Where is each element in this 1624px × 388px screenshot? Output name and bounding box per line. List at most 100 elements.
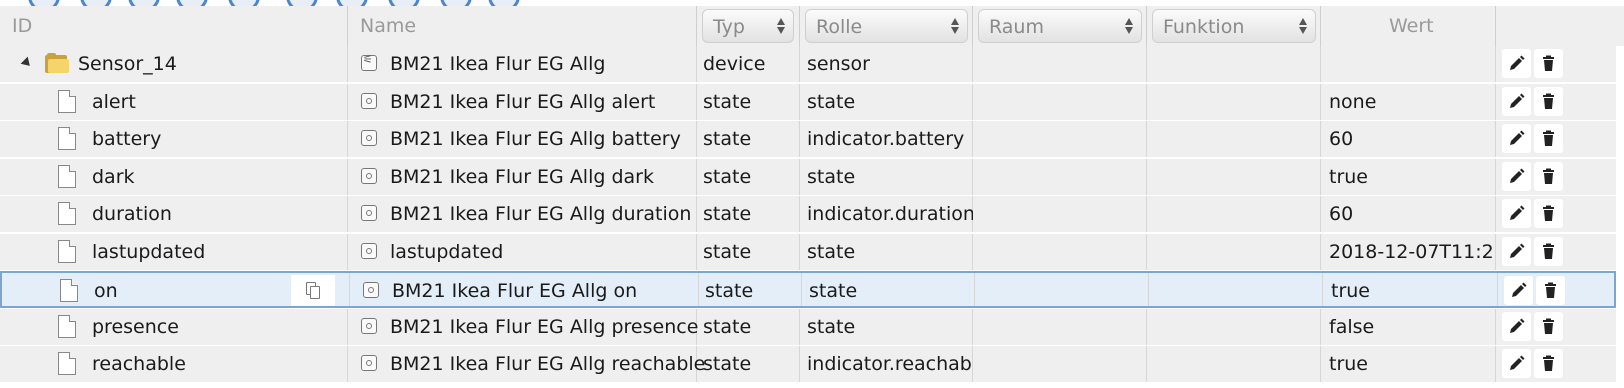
delete-button[interactable] — [1534, 311, 1563, 341]
object-value[interactable]: false — [1329, 316, 1495, 338]
edit-button[interactable] — [1502, 349, 1531, 378]
funktion-cell[interactable] — [1147, 121, 1321, 157]
object-value[interactable]: 60 — [1329, 203, 1495, 225]
column-rolle: Rolle — [800, 6, 973, 46]
wert-cell[interactable]: true — [1323, 273, 1498, 306]
funktion-cell[interactable] — [1149, 273, 1323, 306]
wert-cell[interactable]: none — [1321, 83, 1496, 120]
table-row[interactable]: on BM21 Ikea Flur EG Allg on state state tru… — [0, 271, 1616, 308]
object-id[interactable]: Sensor_14 — [78, 53, 177, 75]
raum-cell[interactable] — [973, 346, 1147, 382]
object-id[interactable]: alert — [92, 91, 136, 113]
raum-cell[interactable] — [975, 273, 1149, 306]
name-cell: BM21 Ikea Flur EG Allg dark — [348, 158, 697, 195]
table-row[interactable]: Sensor_14 BM21 Ikea Flur EG Allg device sen… — [0, 46, 1616, 83]
raum-filter-select[interactable]: Raum — [978, 9, 1142, 43]
raum-cell[interactable] — [973, 196, 1147, 232]
edit-button[interactable] — [1504, 276, 1533, 305]
rolle-cell: indicator.battery — [800, 121, 973, 157]
delete-button[interactable] — [1534, 124, 1563, 153]
object-id[interactable]: on — [94, 280, 118, 302]
funktion-cell[interactable] — [1147, 196, 1321, 232]
table-row[interactable]: alert BM21 Ikea Flur EG Allg alert state st… — [0, 83, 1616, 121]
id-cell: presence — [0, 308, 348, 345]
funktion-cell[interactable] — [1147, 233, 1321, 270]
funktion-cell[interactable] — [1147, 46, 1321, 82]
raum-cell[interactable] — [973, 121, 1147, 157]
delete-button[interactable] — [1534, 349, 1563, 378]
device-icon — [361, 53, 377, 71]
column-funktion: Funktion — [1147, 6, 1321, 46]
raum-cell[interactable] — [973, 46, 1147, 82]
rolle-filter-select[interactable]: Rolle — [805, 9, 968, 43]
table-row[interactable]: battery BM21 Ikea Flur EG Allg battery sta… — [0, 121, 1616, 158]
raum-cell[interactable] — [973, 83, 1147, 120]
object-role: state — [807, 315, 856, 338]
table-row[interactable]: presence BM21 Ikea Flur EG Allg presence s… — [0, 308, 1616, 346]
object-role: state — [807, 240, 856, 263]
typ-cell: state — [697, 158, 800, 195]
name-cell: BM21 Ikea Flur EG Allg duration — [348, 196, 697, 232]
table-row[interactable]: duration BM21 Ikea Flur EG Allg duration s… — [0, 196, 1616, 233]
object-value[interactable]: true — [1329, 166, 1495, 188]
edit-button[interactable] — [1502, 236, 1531, 266]
edit-button[interactable] — [1502, 86, 1531, 116]
typ-cell: state — [699, 273, 802, 306]
wert-cell[interactable]: true — [1321, 346, 1496, 382]
delete-button[interactable] — [1534, 161, 1563, 191]
object-role: indicator.battery — [807, 128, 965, 150]
wert-cell[interactable] — [1321, 46, 1496, 82]
object-value[interactable]: true — [1331, 280, 1497, 302]
column-id: ID — [0, 6, 348, 46]
edit-button[interactable] — [1502, 199, 1531, 228]
delete-button[interactable] — [1534, 86, 1563, 116]
folder-icon — [45, 53, 69, 73]
edit-button[interactable] — [1502, 49, 1531, 78]
table-row[interactable]: dark BM21 Ikea Flur EG Allg dark state stat… — [0, 158, 1616, 196]
raum-cell[interactable] — [973, 308, 1147, 345]
wert-cell[interactable]: true — [1321, 158, 1496, 195]
object-id[interactable]: presence — [92, 316, 179, 338]
object-id[interactable]: battery — [92, 128, 161, 150]
object-id[interactable]: lastupdated — [92, 241, 205, 263]
name-cell: BM21 Ikea Flur EG Allg presence — [348, 308, 698, 345]
wert-cell[interactable]: 2018-12-07T11:28 — [1321, 233, 1496, 270]
copy-id-button[interactable] — [291, 275, 335, 306]
object-value[interactable]: none — [1329, 91, 1495, 113]
column-wert-label: Wert — [1389, 15, 1434, 37]
edit-button[interactable] — [1502, 311, 1531, 341]
funktion-cell[interactable] — [1147, 346, 1321, 382]
funktion-filter-select[interactable]: Funktion — [1152, 9, 1316, 43]
name-cell: BM21 Ikea Flur EG Allg battery — [348, 121, 697, 157]
wert-cell[interactable]: 60 — [1321, 196, 1496, 232]
raum-cell[interactable] — [973, 233, 1147, 270]
table-row[interactable]: reachable BM21 Ikea Flur EG Allg reachabl… — [0, 346, 1616, 383]
object-value[interactable]: 2018-12-07T11:28 — [1329, 241, 1495, 263]
funktion-cell[interactable] — [1147, 83, 1321, 120]
actions-cell — [1496, 84, 1616, 120]
edit-button[interactable] — [1502, 124, 1531, 153]
edit-button[interactable] — [1502, 161, 1531, 191]
rolle-cell: state — [800, 308, 973, 345]
raum-cell[interactable] — [973, 158, 1147, 195]
table-row[interactable]: lastupdated lastupdated state state 2018-12-… — [0, 233, 1616, 271]
wert-cell[interactable]: false — [1321, 308, 1496, 345]
expand-triangle-icon[interactable] — [20, 56, 34, 70]
delete-button[interactable] — [1534, 199, 1563, 228]
object-value[interactable]: true — [1329, 353, 1495, 375]
object-value[interactable]: 60 — [1329, 128, 1495, 150]
state-icon — [361, 130, 377, 146]
object-id[interactable]: dark — [92, 166, 135, 188]
object-name: BM21 Ikea Flur EG Allg dark — [390, 165, 654, 188]
funktion-cell[interactable] — [1147, 308, 1321, 345]
delete-button[interactable] — [1534, 236, 1563, 266]
object-name: BM21 Ikea Flur EG Allg on — [392, 280, 638, 302]
delete-button[interactable] — [1534, 49, 1563, 78]
object-id[interactable]: reachable — [92, 353, 186, 375]
wert-cell[interactable]: 60 — [1321, 121, 1496, 157]
delete-button[interactable] — [1536, 276, 1565, 305]
object-type: state — [703, 315, 752, 338]
funktion-cell[interactable] — [1147, 158, 1321, 195]
object-id[interactable]: duration — [92, 203, 172, 225]
typ-filter-select[interactable]: Typ — [702, 9, 794, 43]
